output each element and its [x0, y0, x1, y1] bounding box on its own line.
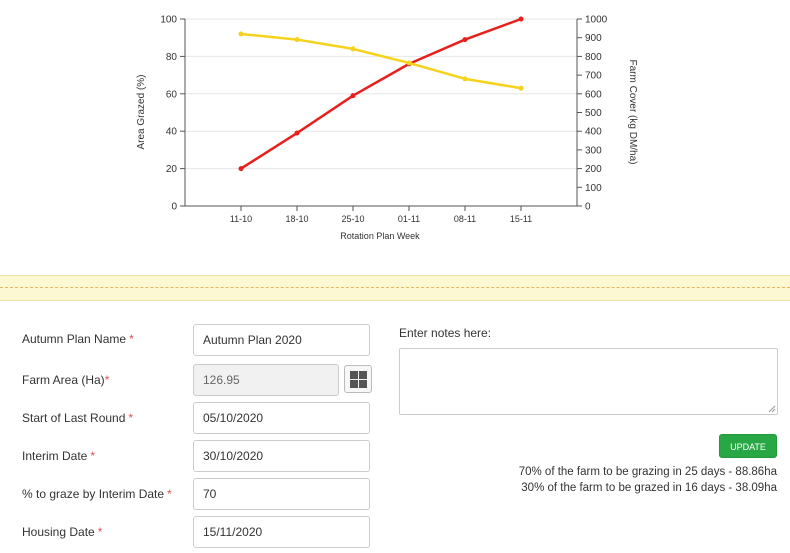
left-tick-label: 20	[166, 164, 178, 175]
series-1-point	[238, 166, 244, 172]
right-tick-label: 800	[585, 52, 602, 63]
series-2-point	[238, 31, 244, 37]
series-1-point	[350, 93, 356, 99]
rotation-chart: 0204060801000100200300400500600700800900…	[136, 15, 638, 242]
x-tick-label: 08-11	[454, 214, 476, 224]
farm-area-map-button[interactable]	[344, 365, 372, 393]
right-tick-label: 700	[585, 71, 602, 82]
summary-grazed-line: 30% of the farm to be grazed in 16 days …	[521, 482, 777, 494]
left-tick-label: 100	[160, 15, 177, 26]
series-2-point	[350, 46, 356, 52]
farm-area-input[interactable]: 126.95	[193, 364, 339, 396]
plan-name-input[interactable]: Autumn Plan 2020	[193, 324, 370, 356]
left-tick-label: 0	[171, 202, 177, 213]
interim-date-input[interactable]: 30/10/2020	[193, 440, 370, 472]
x-tick-label: 18-10	[285, 214, 308, 224]
x-tick-label: 15-11	[510, 214, 532, 224]
notes-textarea[interactable]	[399, 348, 778, 415]
left-tick-label: 40	[166, 127, 178, 138]
left-axis-title: Area Grazed (%)	[136, 74, 147, 149]
resize-handle-icon[interactable]	[768, 405, 776, 413]
plan-name-label: Autumn Plan Name *	[22, 332, 134, 346]
right-tick-label: 500	[585, 108, 602, 119]
series-1-point	[462, 37, 468, 43]
x-tick-label: 25-10	[341, 214, 364, 224]
right-tick-label: 0	[585, 202, 591, 213]
farm-area-label: Farm Area (Ha)*	[22, 373, 110, 387]
series-2-point	[462, 76, 468, 82]
summary-grazing-line: 70% of the farm to be grazing in 25 days…	[518, 466, 777, 478]
x-tick-label: 01-11	[398, 214, 420, 224]
chart-gridlines	[185, 18, 577, 170]
start-last-round-input[interactable]: 05/10/2020	[193, 402, 370, 434]
pct-graze-input[interactable]: 70	[193, 478, 370, 510]
x-tick-label: 11-10	[230, 214, 252, 224]
right-tick-label: 100	[585, 183, 602, 194]
notes-label: Enter notes here:	[399, 326, 492, 340]
housing-date-input[interactable]: 15/11/2020	[193, 516, 370, 548]
dashed-divider-line	[0, 287, 790, 288]
right-tick-label: 300	[585, 145, 602, 156]
chart-axes	[184, 19, 578, 207]
right-tick-label: 400	[585, 127, 602, 138]
series-2-point	[294, 37, 300, 43]
section-divider-band	[0, 275, 790, 301]
chart-ticks: 0204060801000100200300400500600700800900…	[160, 15, 607, 225]
pct-graze-label: % to graze by Interim Date *	[22, 487, 172, 501]
right-tick-label: 1000	[585, 15, 608, 26]
series-1-point	[518, 16, 524, 22]
right-tick-label: 200	[585, 164, 602, 175]
right-tick-label: 600	[585, 89, 602, 100]
series-1-point	[294, 130, 300, 136]
grid-icon	[350, 371, 367, 388]
start-last-round-label: Start of Last Round *	[22, 411, 134, 425]
right-tick-label: 900	[585, 33, 602, 44]
x-axis-title: Rotation Plan Week	[340, 231, 420, 241]
housing-date-label: Housing Date *	[22, 525, 103, 539]
interim-date-label: Interim Date *	[22, 449, 96, 463]
series-2-point	[518, 85, 524, 91]
right-axis-title: Farm Cover (kg DM/ha)	[627, 59, 638, 164]
series-2-point	[406, 60, 412, 66]
left-tick-label: 60	[166, 89, 178, 100]
update-button[interactable]: UPDATE	[719, 434, 777, 458]
left-tick-label: 80	[166, 52, 178, 63]
